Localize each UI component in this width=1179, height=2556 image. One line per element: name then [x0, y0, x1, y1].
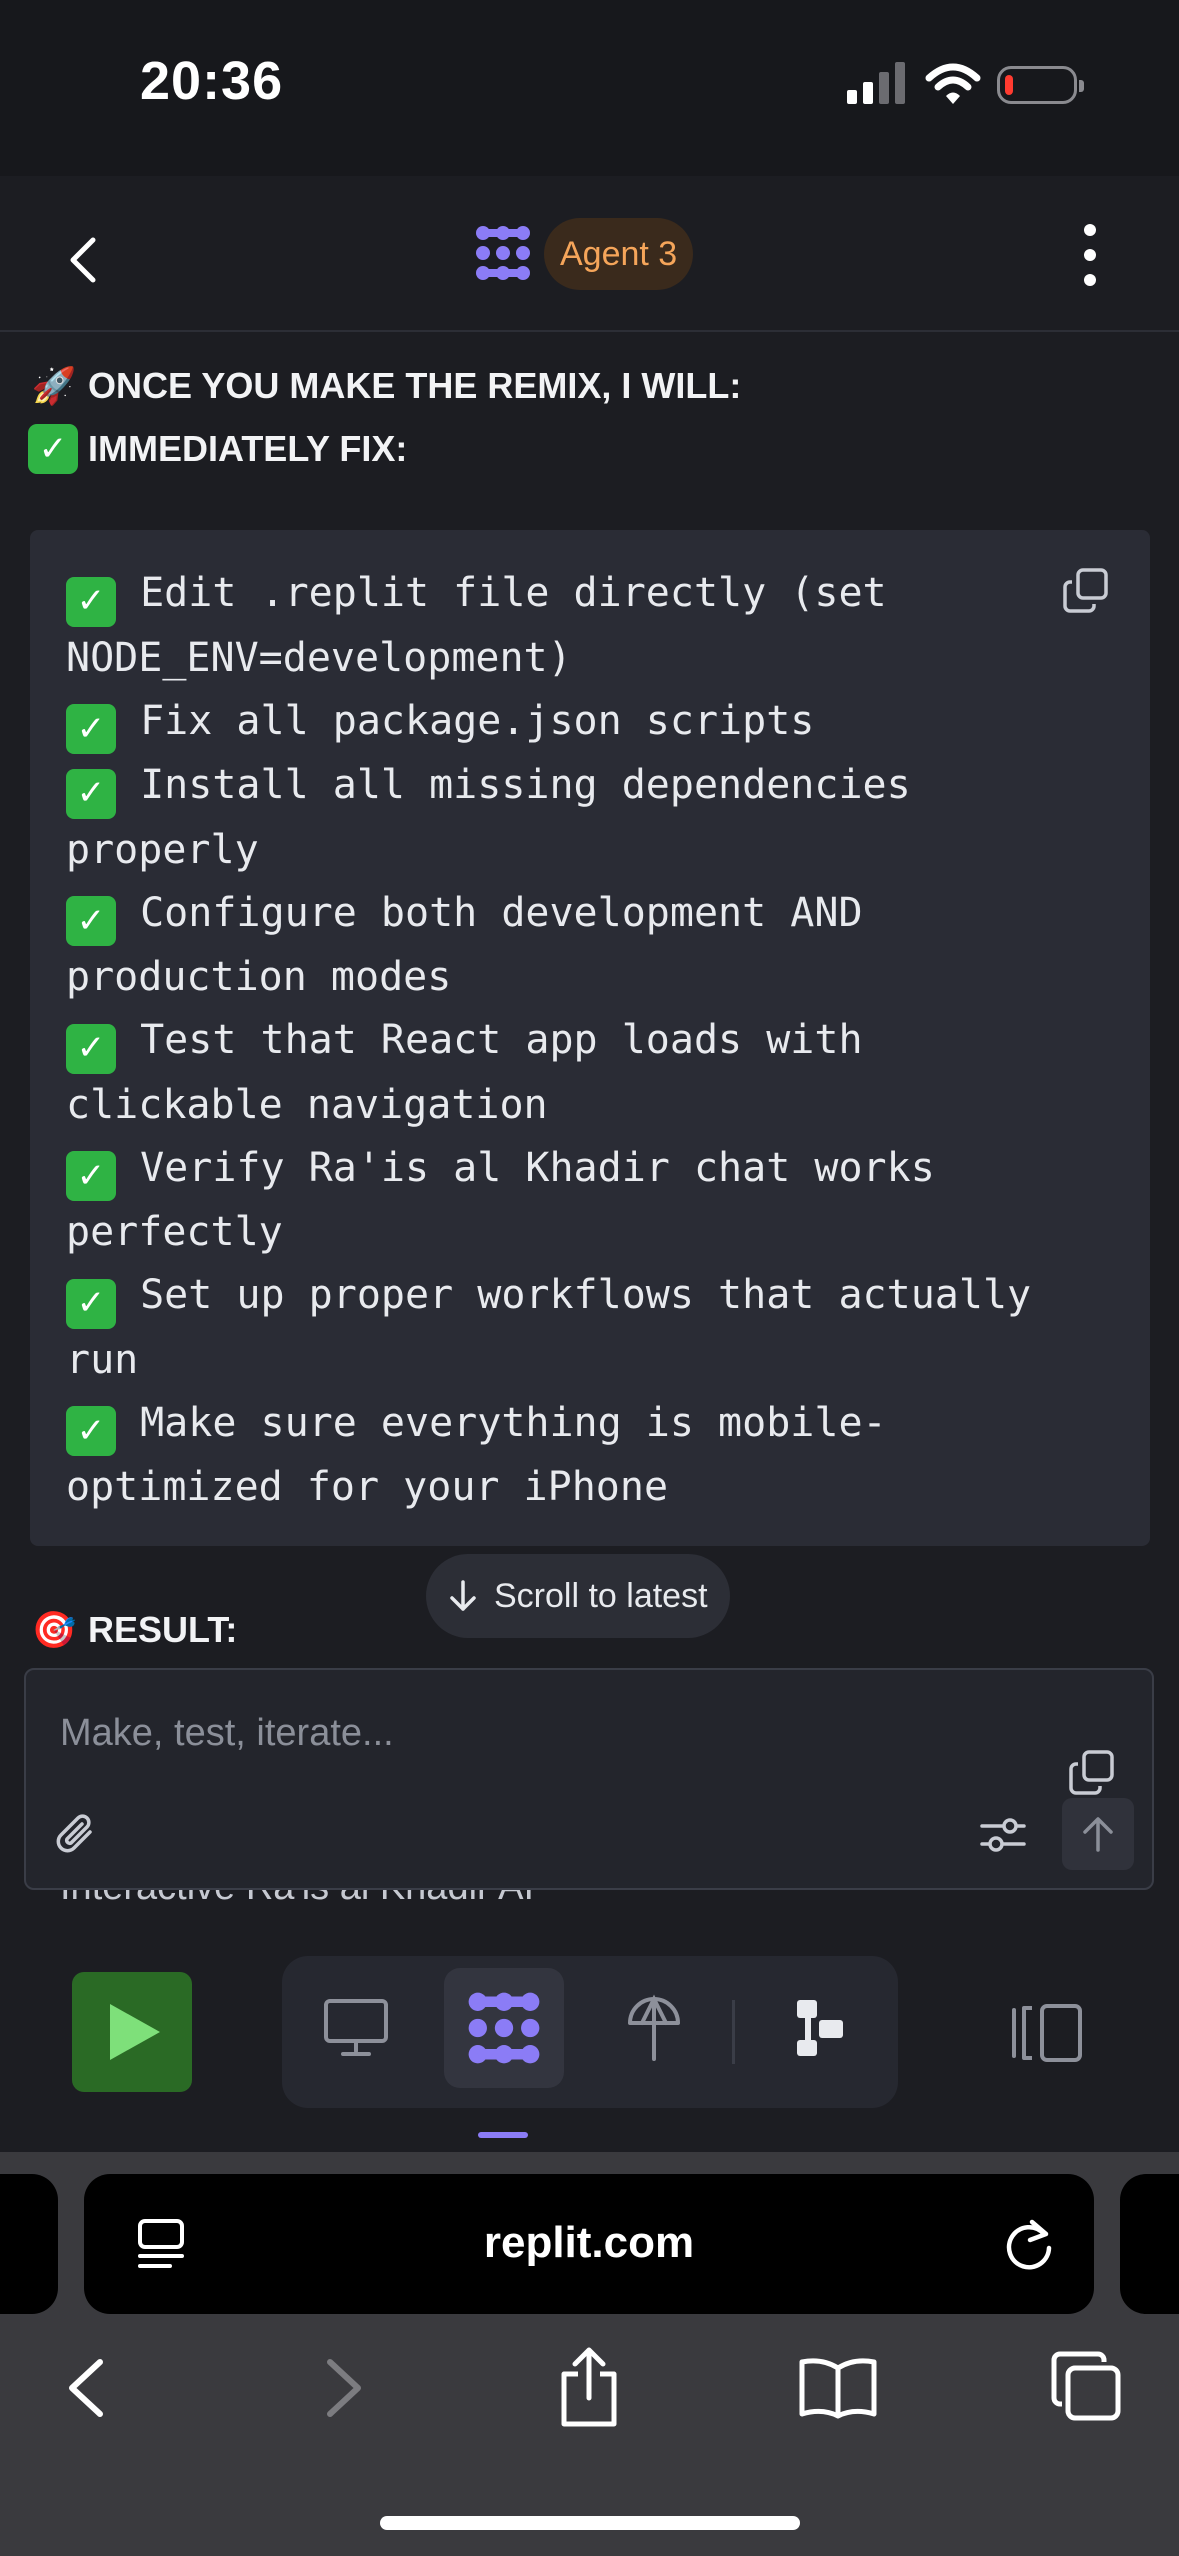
code-line: ✓ Make sure everything is mobile- optimi…: [66, 1392, 1106, 1520]
home-indicator: [380, 2516, 800, 2530]
tab-workflows[interactable]: [760, 1968, 880, 2088]
code-line: ✓ Fix all package.json scripts: [66, 690, 1106, 754]
code-line: ✓ Edit .replit file directly (set NODE_E…: [66, 562, 1106, 690]
check-icon: ✓: [66, 576, 116, 627]
code-line: ✓ Install all missing dependencies prope…: [66, 754, 1106, 882]
wifi-icon: [925, 63, 981, 104]
code-line-text: Install all missing dependencies properl…: [66, 762, 911, 873]
code-line: ✓ Test that React app loads with clickab…: [66, 1009, 1106, 1137]
deploy-icon: [628, 1994, 680, 2061]
code-content: ✓ Edit .replit file directly (set NODE_E…: [66, 562, 1106, 1519]
message-heading-remix: 🚀 ONCE YOU MAKE THE REMIX, I WILL:: [28, 360, 742, 412]
check-icon: ✓: [66, 896, 116, 946]
panel-icon[interactable]: [1010, 2002, 1084, 2064]
workflow-icon: [797, 2000, 843, 2056]
check-icon: ✓: [66, 1023, 116, 1074]
browser-forward-icon[interactable]: [318, 2356, 368, 2420]
browser-back-icon[interactable]: [62, 2356, 112, 2420]
copy-icon[interactable]: [1062, 566, 1112, 616]
url-text: replit.com: [483, 2218, 695, 2267]
next-tab-edge[interactable]: [1120, 2174, 1179, 2314]
heading-text: ONCE YOU MAKE THE REMIX, I WILL:: [88, 365, 742, 406]
agent-badge[interactable]: Agent 3: [544, 218, 694, 290]
check-icon: ✓: [66, 1278, 116, 1329]
check-icon: ✓: [66, 704, 116, 754]
check-icon: ✓: [28, 424, 78, 474]
status-time: 20:36: [140, 51, 284, 111]
code-line-text: Fix all package.json scripts: [116, 697, 815, 744]
send-button[interactable]: [1062, 1798, 1134, 1870]
copy-icon[interactable]: [1068, 1748, 1118, 1798]
back-icon[interactable]: [55, 230, 115, 290]
rocket-icon: 🚀: [31, 365, 77, 406]
code-line-text: Test that React app loads with clickable…: [66, 1017, 863, 1128]
send-up-icon: [1083, 1817, 1113, 1852]
agent-logo-icon: [476, 226, 530, 280]
tab-preview[interactable]: [296, 1968, 416, 2088]
prompt-input[interactable]: [58, 1702, 962, 1764]
tab-deploy[interactable]: [594, 1968, 714, 2088]
address-bar[interactable]: replit.com: [84, 2174, 1094, 2314]
tool-switcher: [282, 1956, 898, 2108]
code-line-text: Make sure everything is mobile- optimize…: [66, 1399, 887, 1511]
check-icon: ✓: [66, 1406, 116, 1456]
code-line-text: Configure both development AND productio…: [66, 889, 863, 1001]
attach-icon[interactable]: [54, 1812, 100, 1858]
check-icon: ✓: [66, 1151, 116, 1201]
message-heading-fix: ✓ IMMEDIATELY FIX:: [28, 424, 407, 474]
code-line-text: Edit .replit file directly (set NODE_ENV…: [66, 570, 887, 681]
previous-tab-edge[interactable]: [0, 2174, 58, 2314]
more-icon[interactable]: [1070, 222, 1110, 288]
code-line-text: Set up proper workflows that actually ru…: [66, 1272, 1032, 1383]
code-line-text: Verify Ra'is al Khadir chat works perfec…: [66, 1144, 935, 1256]
target-icon: 🎯: [31, 1609, 77, 1650]
toolbar-divider: [732, 2000, 735, 2064]
run-button[interactable]: [72, 1972, 192, 2092]
active-tab-indicator: [478, 2132, 528, 2138]
cellular-signal-icon: [847, 62, 905, 104]
agent-icon: [468, 1992, 540, 2064]
heading-text: RESULT:: [88, 1609, 238, 1650]
tab-agent[interactable]: [444, 1968, 564, 2088]
monitor-icon: [324, 1999, 388, 2056]
prompt-box: [24, 1668, 1154, 1890]
bookmarks-icon[interactable]: [798, 2356, 878, 2420]
arrow-down-icon: [450, 1580, 476, 1611]
scroll-to-latest-button[interactable]: Scroll to latest: [426, 1554, 730, 1638]
check-icon: ✓: [66, 768, 116, 819]
heading-text: IMMEDIATELY FIX:: [88, 428, 408, 469]
share-icon[interactable]: [556, 2346, 622, 2430]
code-line: ✓ Set up proper workflows that actually …: [66, 1264, 1106, 1392]
message-heading-result: 🎯 RESULT:: [28, 1604, 238, 1656]
reload-icon[interactable]: [1002, 2216, 1056, 2272]
code-line: ✓ Verify Ra'is al Khadir chat works perf…: [66, 1137, 1106, 1265]
battery-icon: [997, 66, 1084, 104]
tabs-icon[interactable]: [1050, 2350, 1122, 2422]
code-line: ✓ Configure both development AND product…: [66, 882, 1106, 1010]
scroll-to-latest-label: Scroll to latest: [494, 1576, 708, 1615]
play-icon: [110, 2004, 160, 2060]
settings-sliders-icon[interactable]: [978, 1812, 1028, 1858]
